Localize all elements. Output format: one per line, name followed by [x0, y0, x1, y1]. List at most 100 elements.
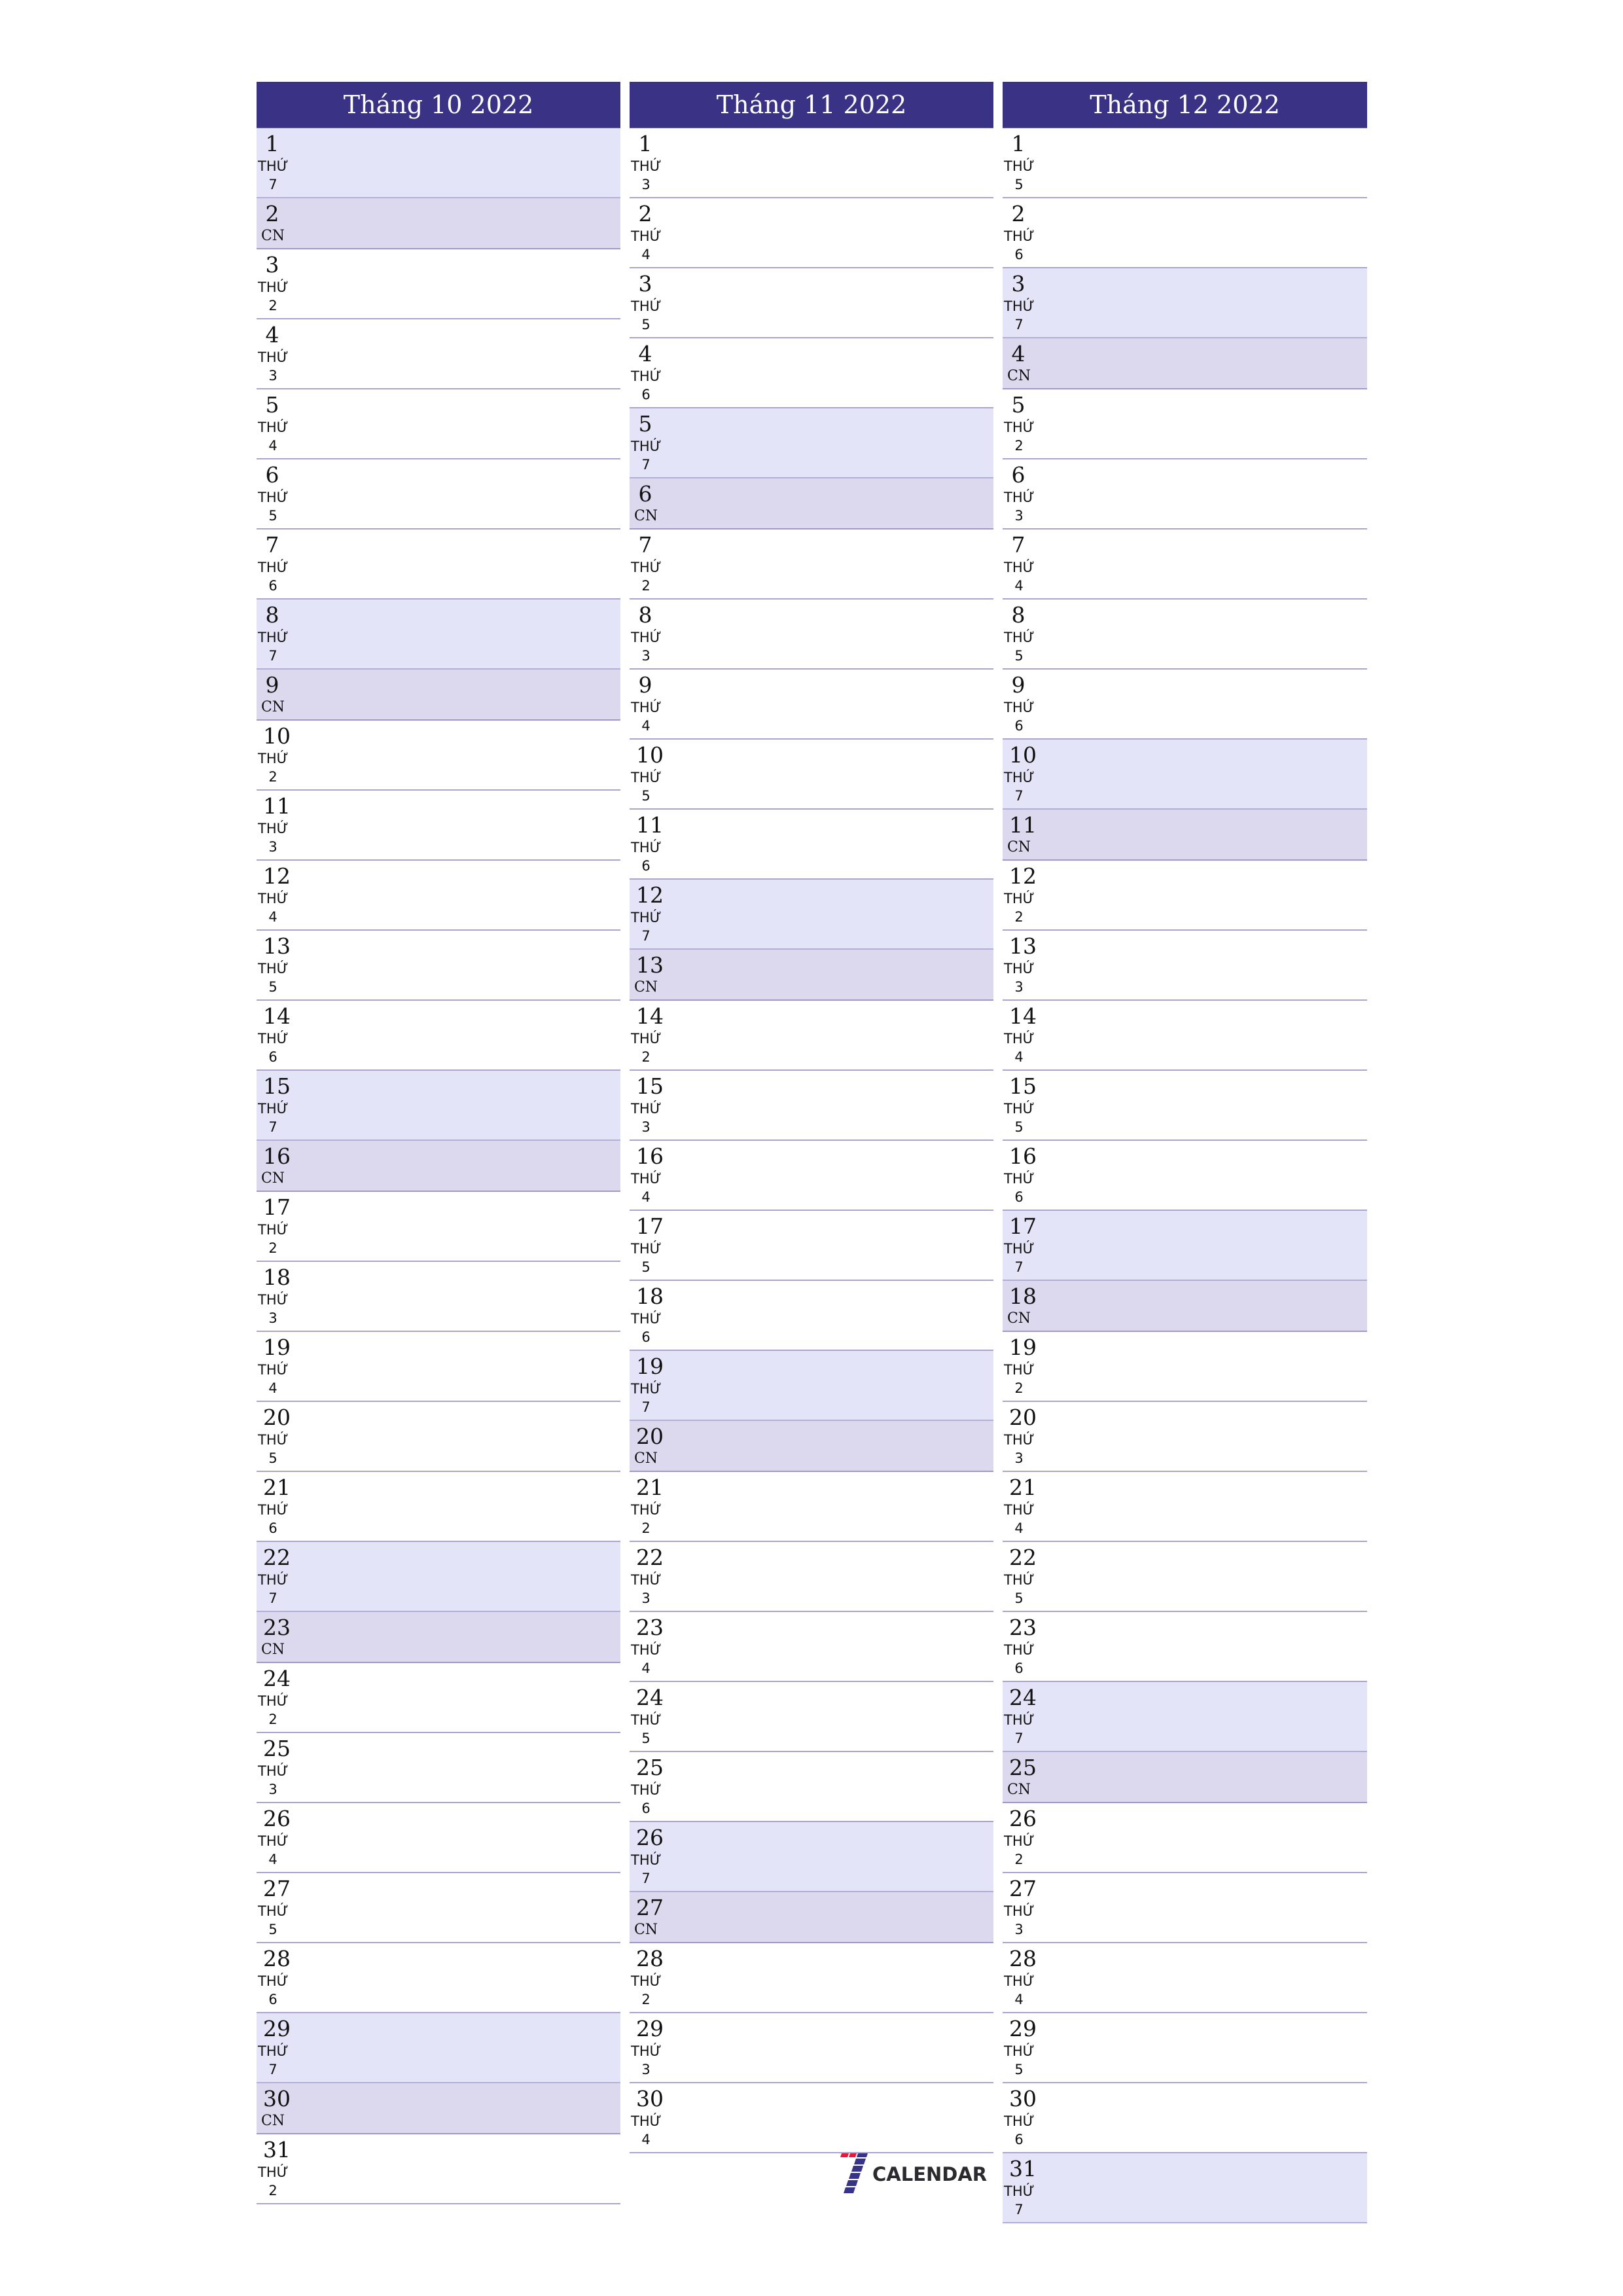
day-number: 7 [265, 532, 279, 558]
day-number: 7 [1011, 532, 1026, 558]
day-number: 30 [263, 2086, 291, 2111]
weekday-label: THỨ 3 [1004, 490, 1035, 524]
day-row: 16 THỨ 6 [1003, 1141, 1367, 1211]
weekday-label: THỨ 4 [631, 1642, 662, 1676]
day-row: 25 CN [1003, 1752, 1367, 1803]
weekday-label: THỨ 3 [631, 158, 662, 192]
day-number: 10 [1009, 742, 1037, 768]
weekday-label: THỨ 6 [1004, 1171, 1035, 1205]
day-number: 12 [1009, 863, 1037, 889]
day-row: 12 THỨ 7 [630, 880, 993, 950]
day-row: 22 THỨ 3 [630, 1542, 993, 1612]
day-number: 19 [636, 1354, 664, 1379]
day-number: 16 [636, 1143, 664, 1169]
day-row: 22 THỨ 7 [257, 1542, 620, 1612]
weekday-label: THỨ 4 [631, 228, 662, 262]
weekday-label: THỨ 2 [631, 560, 662, 594]
day-number: 24 [636, 1685, 664, 1710]
day-number: 6 [265, 462, 279, 488]
day-number: 18 [263, 1265, 291, 1290]
day-number: 2 [1011, 201, 1026, 226]
day-row: 8 THỨ 5 [1003, 600, 1367, 670]
day-row: 21 THỨ 2 [630, 1472, 993, 1542]
day-row: 29 THỨ 5 [1003, 2013, 1367, 2083]
weekday-label: CN [1007, 1782, 1031, 1798]
weekday-label: THỨ 3 [1004, 961, 1035, 995]
day-row: 18 CN [1003, 1281, 1367, 1332]
day-row: 12 THỨ 2 [1003, 861, 1367, 931]
day-row: 9 CN [257, 670, 620, 721]
weekday-label: THỨ 7 [1004, 2183, 1035, 2217]
day-number: 10 [263, 723, 291, 749]
day-row: 5 THỨ 7 [630, 408, 993, 478]
weekday-label: THỨ 7 [1004, 1241, 1035, 1275]
day-row: 10 THỨ 2 [257, 721, 620, 791]
weekday-label: THỨ 4 [258, 1833, 289, 1867]
weekday-label: THỨ 5 [1004, 2043, 1035, 2077]
day-row: 2 THỨ 4 [630, 198, 993, 268]
day-number: 5 [638, 411, 652, 437]
logo-text: CALENDAR [872, 2163, 988, 2185]
weekday-label: THỨ 2 [258, 751, 289, 785]
day-number: 12 [636, 882, 664, 908]
day-row: 23 THỨ 6 [1003, 1612, 1367, 1682]
weekday-label: THỨ 7 [1004, 770, 1035, 804]
day-row: 26 THỨ 4 [257, 1803, 620, 1873]
day-row: 2 THỨ 6 [1003, 198, 1367, 268]
day-row: 13 THỨ 5 [257, 931, 620, 1001]
day-number: 10 [636, 742, 664, 768]
day-row: 14 THỨ 6 [257, 1001, 620, 1071]
day-row: 27 THỨ 5 [257, 1873, 620, 1943]
day-number: 9 [265, 672, 279, 698]
day-row: 23 CN [257, 1612, 620, 1663]
day-row: 13 CN [630, 950, 993, 1001]
weekday-label: THỨ 6 [1004, 2113, 1035, 2147]
day-row: 8 THỨ 7 [257, 600, 620, 670]
day-row: 20 THỨ 3 [1003, 1402, 1367, 1472]
weekday-label: CN [633, 1922, 658, 1938]
day-row: 27 CN [630, 1892, 993, 1943]
weekday-label: THỨ 7 [631, 1852, 662, 1886]
weekday-label: THỨ 4 [1004, 1973, 1035, 2007]
day-row: 6 THỨ 5 [257, 459, 620, 529]
day-number: 1 [265, 131, 279, 156]
day-number: 6 [1011, 462, 1026, 488]
day-row: 17 THỨ 7 [1003, 1211, 1367, 1281]
weekday-label: THỨ 6 [1004, 1642, 1035, 1676]
day-number: 2 [265, 201, 279, 226]
weekday-label: CN [1007, 839, 1031, 855]
day-number: 28 [263, 1946, 291, 1971]
day-row: 25 THỨ 3 [257, 1733, 620, 1803]
day-number: 23 [263, 1615, 291, 1640]
weekday-label: THỨ 3 [631, 1572, 662, 1606]
day-number: 13 [263, 933, 291, 959]
day-number: 2 [638, 201, 652, 226]
weekday-label: THỨ 5 [258, 490, 289, 524]
weekday-label: THỨ 2 [1004, 1362, 1035, 1396]
day-number: 14 [1009, 1003, 1037, 1029]
day-row: 22 THỨ 5 [1003, 1542, 1367, 1612]
weekday-label: THỨ 5 [258, 1432, 289, 1466]
day-number: 8 [1011, 602, 1026, 628]
day-row: 27 THỨ 3 [1003, 1873, 1367, 1943]
day-number: 15 [263, 1073, 291, 1099]
weekday-label: THỨ 5 [1004, 1101, 1035, 1135]
day-row: 24 THỨ 7 [1003, 1682, 1367, 1752]
day-number: 6 [638, 481, 652, 507]
weekday-label: THỨ 5 [631, 1241, 662, 1275]
day-row: 28 THỨ 4 [1003, 1943, 1367, 2013]
weekday-label: THỨ 6 [258, 1031, 289, 1065]
day-row: 6 THỨ 3 [1003, 459, 1367, 529]
weekday-label: THỨ 4 [1004, 1031, 1035, 1065]
weekday-label: THỨ 3 [631, 2043, 662, 2077]
day-row: 8 THỨ 3 [630, 600, 993, 670]
day-number: 13 [636, 952, 664, 978]
weekday-label: CN [260, 228, 285, 244]
weekday-label: THỨ 3 [258, 821, 289, 855]
day-row: 9 THỨ 6 [1003, 670, 1367, 740]
day-row: 16 THỨ 4 [630, 1141, 993, 1211]
day-number: 1 [638, 131, 652, 156]
weekday-label: THỨ 7 [1004, 1712, 1035, 1746]
day-number: 22 [636, 1545, 664, 1570]
day-row: 10 THỨ 7 [1003, 740, 1367, 810]
